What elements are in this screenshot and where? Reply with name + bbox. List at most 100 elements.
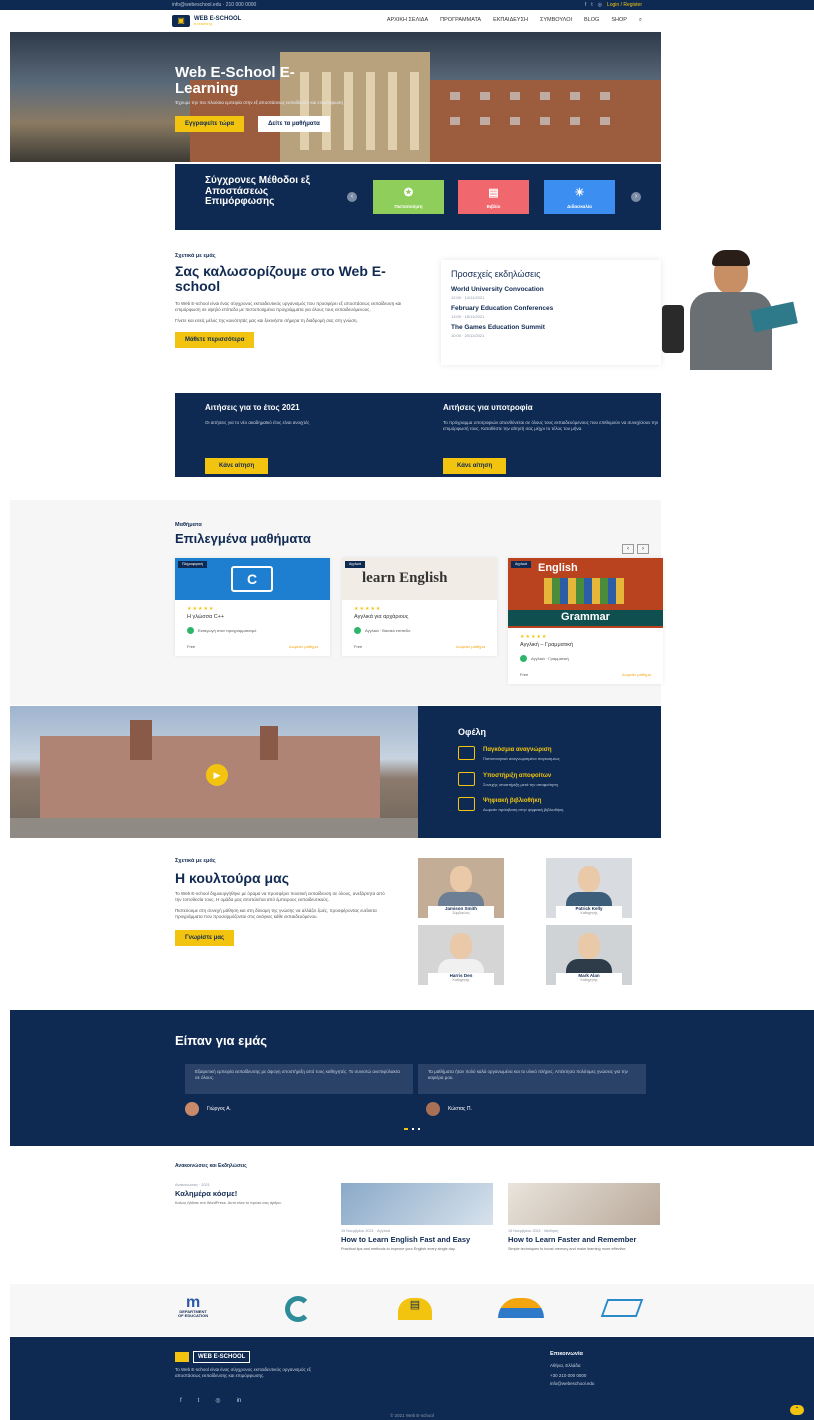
welcome-section: Σχετικά με εμάς Σας καλωσορίζουμε στο We… xyxy=(175,253,425,349)
course-title[interactable]: Αγγλική – Γραμματική xyxy=(520,642,651,649)
avatar xyxy=(187,627,194,635)
news-item[interactable]: Ανακοινώσεις · 2021 Καλημέρα κόσμε! Καλώ… xyxy=(175,1183,327,1206)
course-card[interactable]: C Πληροφορική ★★★★★ Η γλώσσα C++ Εισαγωγ… xyxy=(175,558,330,656)
meet-us-button[interactable]: Γνωρίστε μας xyxy=(175,930,235,947)
team-member-card[interactable]: Mark Alan Καθηγητής xyxy=(546,925,632,985)
courses-prev-arrow[interactable]: ‹ xyxy=(622,544,634,554)
nav-shop[interactable]: SHOP xyxy=(611,17,627,24)
culture-section: Σχετικά με εμάς Η κουλτούρα μας Το Web E… xyxy=(175,858,390,947)
event-title[interactable]: The Games Education Summit xyxy=(451,324,651,333)
events-title: Προσεχείς εκδηλώσεις xyxy=(451,269,541,279)
nav-blog[interactable]: BLOG xyxy=(584,17,599,24)
footer-logo[interactable]: WEB E-SCHOOL xyxy=(175,1351,251,1364)
nav-advisors[interactable]: ΣΥΜΒΟΥΛΟΙ xyxy=(540,17,572,24)
logo-icon xyxy=(175,1352,189,1363)
team-member-card[interactable]: Patrick Kelly Καθηγητής xyxy=(546,858,632,918)
team-member-card[interactable]: Jamison Smith Σύμβουλος xyxy=(418,858,504,918)
news-item[interactable]: 15 Νοεμβρίου 2021 · Μάθηση How to Learn … xyxy=(508,1183,660,1252)
methods-next-arrow[interactable]: › xyxy=(631,192,641,202)
site-footer: WEB E-SCHOOL Το Web E-school είναι ένας … xyxy=(10,1337,814,1420)
featured-courses: Μαθήματα Επιλεγμένα μαθήματα ‹ › C Πληρο… xyxy=(10,500,663,705)
testimonial-quote: Εξαιρετική εμπειρία εκπαίδευσης με άψογη… xyxy=(185,1064,413,1094)
methods-title: Σύγχρονες Μέθοδοι εξ Αποστάσεως Επιμόρφω… xyxy=(205,175,311,207)
method-card-teaching[interactable]: ☀ Διδασκαλία xyxy=(544,180,615,214)
hero-window xyxy=(510,92,520,100)
testimonials-section: Είπαν για εμάς Εξαιρετική εμπειρία εκπαί… xyxy=(10,1010,814,1146)
course-card[interactable]: learn English Αγγλικά ★★★★★ Αγγλικά για … xyxy=(342,558,497,656)
course-card[interactable]: English Grammar Αγγλικά ★★★★★ Αγγλική – … xyxy=(508,558,663,684)
news-item[interactable]: 15 Νοεμβρίου 2021 · Αγγλικά How to Learn… xyxy=(341,1183,493,1252)
hero-window xyxy=(540,92,550,100)
applications-scholarship-text: Το πρόγραμμα υποτροφιών απευθύνεται σε ό… xyxy=(443,419,659,431)
testimonial-author: Κώστας Π. xyxy=(448,1105,472,1112)
twitter-icon[interactable]: t xyxy=(198,1397,200,1405)
student-photo xyxy=(662,250,802,370)
search-icon[interactable]: ⌕ xyxy=(639,17,642,24)
avatar xyxy=(185,1102,199,1116)
course-price: Free xyxy=(354,644,363,650)
partner-logo-department[interactable]: m DEPARTMENT OF EDUCATION xyxy=(178,1294,208,1318)
testimonials-title: Είπαν για εμάς xyxy=(175,1033,268,1048)
slider-dot[interactable] xyxy=(418,1128,420,1130)
topbar: info@webeschool.edu · 210 000 0000 f t ◎… xyxy=(0,0,814,10)
event-date: 10:00 · 20/11/2021 xyxy=(451,333,485,339)
event-date: 13:00 · 18/11/2021 xyxy=(451,314,485,320)
twitter-icon[interactable]: t xyxy=(591,2,592,9)
register-button[interactable]: Εγγραφείτε τώρα xyxy=(175,116,245,133)
nav-home[interactable]: ΑΡΧΙΚΗ ΣΕΛΙΔΑ xyxy=(387,17,428,24)
site-header: ▣ WEB E-SCHOOL e-learning ΑΡΧΙΚΗ ΣΕΛΙΔΑ … xyxy=(0,10,814,32)
news-image xyxy=(341,1183,493,1225)
partners-strip: m DEPARTMENT OF EDUCATION ▤ xyxy=(10,1284,814,1336)
logo-icon[interactable]: ▣ xyxy=(172,15,190,27)
course-title[interactable]: Αγγλικά για αρχάριους xyxy=(354,614,485,621)
news-excerpt: Καλώς ήλθατε στο WordPress. Αυτό είναι τ… xyxy=(175,1201,282,1205)
learn-more-button[interactable]: Μάθετε περισσότερα xyxy=(175,331,255,349)
rating-stars: ★★★★★ xyxy=(354,606,382,612)
hero-window xyxy=(480,92,490,100)
apply-year-button[interactable]: Κάνε αίτηση xyxy=(205,457,269,474)
instagram-icon[interactable]: ◎ xyxy=(215,1397,220,1405)
linkedin-icon[interactable]: in xyxy=(237,1397,242,1405)
partner-logo-sun[interactable] xyxy=(498,1298,544,1318)
partner-logo-book[interactable]: ▤ xyxy=(398,1298,432,1320)
testimonial-author: Γιώργος Α. xyxy=(207,1105,231,1112)
support-icon xyxy=(458,771,475,786)
partner-logo-cap[interactable] xyxy=(600,1299,644,1317)
courses-button[interactable]: Δείτε τα μαθήματα xyxy=(258,116,330,133)
apply-scholarship-button[interactable]: Κάνε αίτηση xyxy=(443,457,507,474)
footer-logo-text: WEB E-SCHOOL xyxy=(193,1351,251,1364)
methods-prev-arrow[interactable]: ‹ xyxy=(347,192,357,202)
book-icon: ▤ xyxy=(488,187,499,200)
nav-programs[interactable]: ΠΡΟΓΡΑΜΜΑΤΑ xyxy=(440,17,481,24)
course-author: Αγγλικά · Γραμματική xyxy=(531,655,569,661)
logo[interactable]: WEB E-SCHOOL e-learning xyxy=(194,16,241,26)
partner-logo-swirl[interactable] xyxy=(285,1296,311,1322)
instagram-icon[interactable]: ◎ xyxy=(598,2,602,9)
courses-next-arrow[interactable]: › xyxy=(637,544,649,554)
event-title[interactable]: World University Convocation xyxy=(451,286,651,295)
news-title[interactable]: How to Learn Faster and Remember xyxy=(508,1236,660,1244)
facebook-icon[interactable]: f xyxy=(180,1397,182,1405)
play-video-button[interactable]: ▶ xyxy=(206,764,228,786)
slider-dot[interactable] xyxy=(412,1128,414,1130)
courses-title: Επιλεγμένα μαθήματα xyxy=(175,531,311,546)
footer-phone: +30 210 000 0000 xyxy=(550,1373,587,1378)
slider-dot[interactable] xyxy=(404,1128,408,1130)
method-card-certification[interactable]: ✪ Πιστοποίηση xyxy=(373,180,444,214)
nav-education[interactable]: ΕΚΠΑΙΔΕΥΣΗ xyxy=(493,17,528,24)
team-member-card[interactable]: Harris Den Καθηγητής xyxy=(418,925,504,985)
hero-column xyxy=(366,72,375,150)
team-member-role: Σύμβουλος xyxy=(452,910,470,915)
course-title[interactable]: Η γλώσσα C++ xyxy=(187,614,318,621)
news-meta: 15 Νοεμβρίου 2021 · Αγγλικά xyxy=(341,1229,391,1233)
benefit-title: Παγκόσμια αναγνώριση xyxy=(483,747,552,754)
benefits-panel: Οφέλη Παγκόσμια αναγνώριση Πιστοποιητικά … xyxy=(418,706,661,838)
method-card-book[interactable]: ▤ Βιβλίο xyxy=(458,180,529,214)
news-title[interactable]: Καλημέρα κόσμε! xyxy=(175,1190,327,1198)
event-title[interactable]: February Education Conferences xyxy=(451,305,651,314)
facebook-icon[interactable]: f xyxy=(585,2,586,9)
news-title[interactable]: How to Learn English Fast and Easy xyxy=(341,1236,493,1244)
login-link[interactable]: Login / Register xyxy=(607,2,642,9)
back-to-top-button[interactable]: ⌃ xyxy=(790,1405,804,1415)
hero-window xyxy=(570,92,580,100)
